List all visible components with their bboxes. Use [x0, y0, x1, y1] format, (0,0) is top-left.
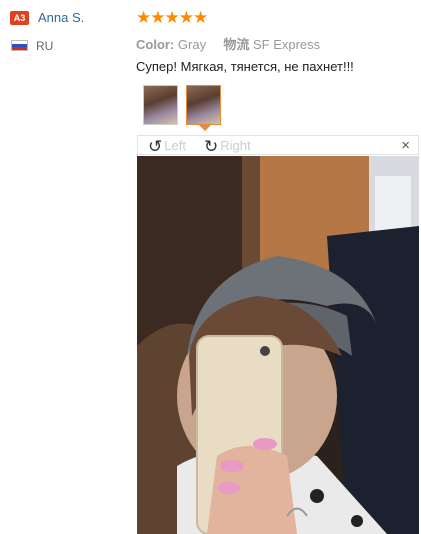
photo-thumbnail-active[interactable]	[186, 85, 221, 125]
shipping-label: 物流	[223, 37, 250, 52]
level-badge: A3	[10, 11, 29, 25]
close-viewer-button[interactable]: ×	[401, 136, 410, 156]
viewer-toolbar: ↺ Left ↻ Right ×	[137, 135, 419, 156]
country-code: RU	[36, 39, 54, 53]
color-value: Gray	[177, 37, 207, 52]
review-text: Супер! Мягкая, тянется, не пахнет!!!	[136, 59, 354, 74]
order-info: Color: Gray 物流 SF Express	[136, 34, 320, 53]
reviewer-name[interactable]: Anna S.	[38, 10, 84, 25]
color-label: Color:	[136, 37, 175, 52]
rotate-right-icon: ↻	[204, 137, 219, 156]
star-rating: ★★★★★	[136, 8, 208, 27]
review-photo	[137, 156, 419, 534]
shipping-value: SF Express	[252, 37, 321, 52]
rotate-left-button[interactable]: ↺ Left	[148, 136, 186, 156]
flag-icon	[11, 40, 28, 51]
selected-indicator	[199, 125, 211, 131]
photo-thumbnail[interactable]	[143, 85, 178, 125]
rotate-left-icon: ↺	[148, 137, 163, 156]
rotate-right-button[interactable]: ↻ Right	[204, 136, 251, 156]
